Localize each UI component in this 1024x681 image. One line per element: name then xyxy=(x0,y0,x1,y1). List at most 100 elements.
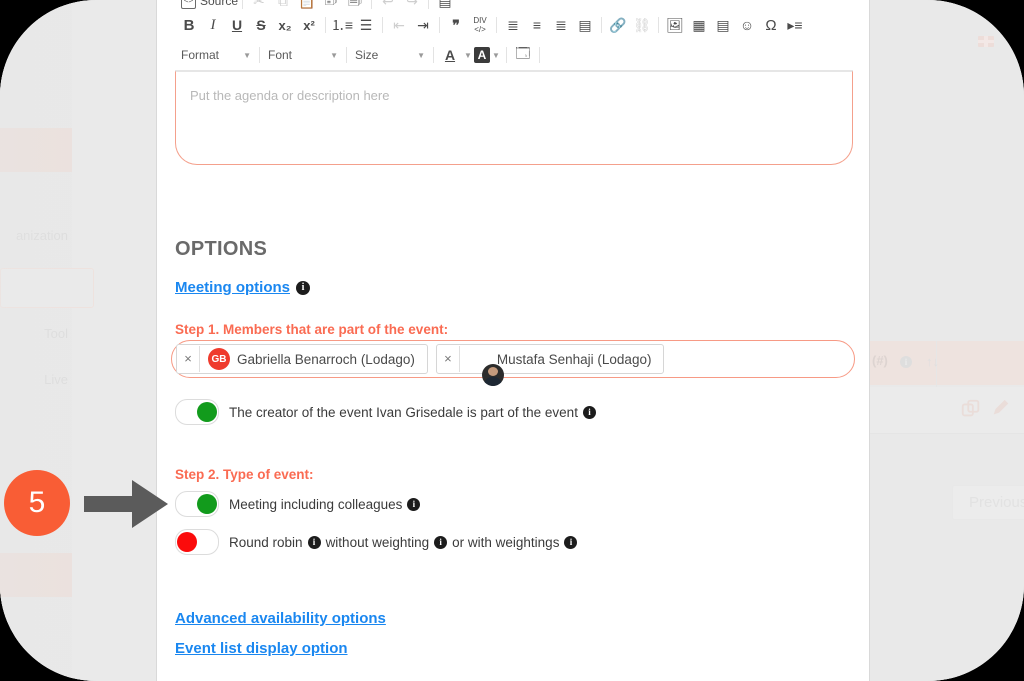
div-container-icon[interactable]: DIV </> xyxy=(468,13,492,37)
creator-toggle-label-row: The creator of the event Ivan Grisedale … xyxy=(229,405,596,420)
toolbar-row-formatting: B I U S x₂ x² ⒈≡ ☰ ⇤ ⇥ ❞ DIV </> ≣ ≡ ≣ ▤… xyxy=(175,10,853,40)
avatar: GB xyxy=(208,348,230,370)
numbered-list-icon[interactable]: ⒈≡ xyxy=(330,13,354,37)
unlink-icon[interactable]: ⛓ xyxy=(630,13,654,37)
meeting-options-row: Meeting options i xyxy=(175,279,310,296)
meeting-colleagues-label-row: Meeting including colleagues i xyxy=(229,496,421,512)
toolbar-divider xyxy=(428,0,430,9)
horizontal-rule-icon[interactable]: ▤ xyxy=(711,13,735,37)
toolbar-divider xyxy=(371,0,373,9)
background-color-icon[interactable]: A xyxy=(474,47,490,63)
cut-icon[interactable]: ✂ xyxy=(247,0,271,10)
link-icon[interactable]: 🔗 xyxy=(606,13,630,37)
members-input[interactable]: × GB Gabriella Benarroch (Lodago) × Must… xyxy=(171,340,855,386)
image-icon[interactable]: 🖼 xyxy=(663,13,687,37)
info-icon[interactable]: i xyxy=(307,535,321,549)
text-color-icon[interactable]: A xyxy=(438,43,462,67)
toolbar-divider xyxy=(539,47,540,63)
toolbar-divider xyxy=(325,17,326,33)
toolbar-row-clipboard: <> Source ✂ ⧉ 📋 🗊 🗐 ↩ ↪ ▤ xyxy=(175,0,853,10)
copy-icon[interactable]: ⧉ xyxy=(271,0,295,10)
justify-icon[interactable]: ▤ xyxy=(573,13,597,37)
event-list-display-link[interactable]: Event list display option xyxy=(175,640,348,657)
redo-icon[interactable]: ↪ xyxy=(400,0,424,10)
meeting-options-link[interactable]: Meeting options xyxy=(175,279,290,296)
round-robin-toggle[interactable] xyxy=(175,529,219,555)
toolbar-divider xyxy=(259,47,260,63)
align-center-icon[interactable]: ≡ xyxy=(525,13,549,37)
round-robin-label-row: Round robin i without weighting i or wit… xyxy=(229,534,578,550)
indent-icon[interactable]: ⇥ xyxy=(411,13,435,37)
chevron-down-icon[interactable]: ▼ xyxy=(490,43,502,67)
remove-member-icon[interactable]: × xyxy=(437,346,460,372)
format-select[interactable]: Format ▼ xyxy=(177,44,255,66)
background-content: (#) i ↑↓ Previous xyxy=(868,0,1024,681)
outdent-icon[interactable]: ⇤ xyxy=(387,13,411,37)
step-number-badge: 5 xyxy=(4,470,70,536)
toolbar-divider xyxy=(242,0,244,9)
paste-icon[interactable]: 📋 xyxy=(295,0,319,10)
bulleted-list-icon[interactable]: ☰ xyxy=(354,13,378,37)
undo-icon[interactable]: ↩ xyxy=(376,0,400,10)
source-icon: <> xyxy=(181,0,196,9)
creator-toggle-label: The creator of the event Ivan Grisedale … xyxy=(229,404,578,420)
editor-content-area[interactable]: Put the agenda or description here xyxy=(175,71,853,165)
meeting-colleagues-toggle[interactable] xyxy=(175,491,219,517)
app-window: anization Tool Live (#) i ↑↓ Previous xyxy=(0,0,1024,681)
smiley-icon[interactable]: ☺ xyxy=(735,13,759,37)
options-heading: OPTIONS xyxy=(175,238,268,260)
right-arrow-icon xyxy=(84,480,168,528)
special-character-icon[interactable]: Ω xyxy=(759,13,783,37)
chevron-down-icon: ▼ xyxy=(243,50,251,60)
toggle-knob xyxy=(177,532,197,552)
source-button[interactable]: <> Source xyxy=(177,0,238,9)
chevron-down-icon[interactable]: ▼ xyxy=(462,43,474,67)
info-icon[interactable]: i xyxy=(296,280,310,295)
toolbar-divider xyxy=(496,17,497,33)
member-tag[interactable]: × Mustafa Senhaji (Lodago) xyxy=(435,344,665,386)
blockquote-icon[interactable]: ❞ xyxy=(444,13,468,37)
align-right-icon[interactable]: ≣ xyxy=(549,13,573,37)
advanced-availability-link[interactable]: Advanced availability options xyxy=(175,610,386,627)
underline-icon[interactable]: U xyxy=(225,13,249,37)
page-break-icon[interactable]: ▸≡ xyxy=(783,13,807,37)
toolbar-divider xyxy=(658,17,659,33)
info-icon[interactable]: i xyxy=(407,497,421,511)
size-select[interactable]: Size ▼ xyxy=(351,44,429,66)
superscript-icon[interactable]: x² xyxy=(297,13,321,37)
member-tag[interactable]: × GB Gabriella Benarroch (Lodago) xyxy=(176,344,428,374)
editor-toolbar: <> Source ✂ ⧉ 📋 🗊 🗐 ↩ ↪ ▤ B xyxy=(175,0,853,71)
bold-icon[interactable]: B xyxy=(177,13,201,37)
creator-toggle[interactable] xyxy=(175,399,219,425)
paste-text-icon[interactable]: 🗊 xyxy=(319,0,343,10)
templates-icon[interactable]: ▤ xyxy=(433,0,457,10)
strikethrough-icon[interactable]: S xyxy=(249,13,273,37)
toolbar-row-styles: Format ▼ Font ▼ Size ▼ A ▼ A ▼ 🗔 xyxy=(175,40,853,71)
chevron-down-icon: ▼ xyxy=(417,50,425,60)
align-left-icon[interactable]: ≣ xyxy=(501,13,525,37)
creator-toggle-row: The creator of the event Ivan Grisedale … xyxy=(175,399,596,425)
subscript-icon[interactable]: x₂ xyxy=(273,13,297,37)
italic-icon[interactable]: I xyxy=(201,13,225,37)
info-icon[interactable]: i xyxy=(434,535,448,549)
table-icon[interactable]: ▦ xyxy=(687,13,711,37)
meeting-colleagues-label: Meeting including colleagues xyxy=(229,496,403,512)
round-robin-label: Round robin xyxy=(229,534,303,550)
toggle-knob xyxy=(197,494,217,514)
background-sidebar: anization Tool Live xyxy=(0,0,172,681)
step2-label: Step 2. Type of event: xyxy=(175,467,314,482)
sidebar-dim-overlay xyxy=(0,0,172,681)
toolbar-divider xyxy=(506,47,507,63)
paste-word-icon[interactable]: 🗐 xyxy=(343,0,367,10)
show-blocks-icon[interactable]: 🗔 xyxy=(511,43,535,67)
round-robin-row: Round robin i without weighting i or wit… xyxy=(175,529,578,555)
content-dim-overlay xyxy=(868,0,1024,681)
font-select[interactable]: Font ▼ xyxy=(264,44,342,66)
remove-member-icon[interactable]: × xyxy=(177,346,200,372)
member-name: Mustafa Senhaji (Lodago) xyxy=(496,351,652,367)
info-icon[interactable]: i xyxy=(564,535,578,549)
step1-label: Step 1. Members that are part of the eve… xyxy=(175,322,449,337)
toolbar-divider xyxy=(439,17,440,33)
meeting-colleagues-row: Meeting including colleagues i xyxy=(175,491,421,517)
info-icon[interactable]: i xyxy=(582,405,596,419)
